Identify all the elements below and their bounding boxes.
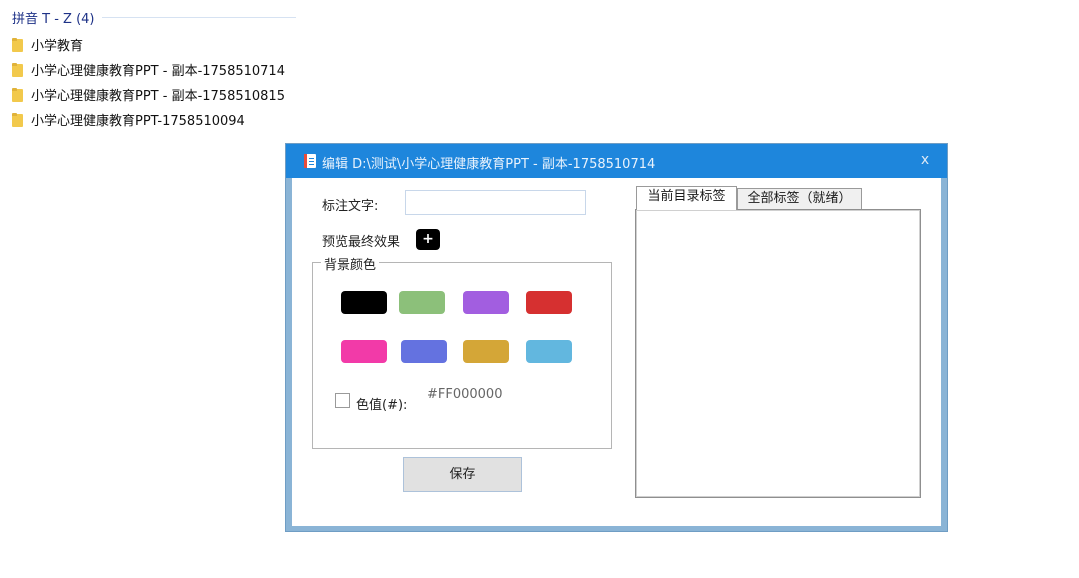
dialog-title: 编辑 D:\测试\小学心理健康教育PPT - 副本-1758510714 [322,157,656,172]
group-header-divider [102,17,296,18]
dialog-client: 标注文字: 预览最终效果 + 背景颜色 色值(#): #FF000000 保存 … [292,178,941,526]
label-text-caption: 标注文字: [322,199,379,214]
custom-color-caption: 色值(#): [356,398,408,413]
folder-icon [12,87,23,102]
save-button[interactable]: 保存 [403,457,522,492]
preview-caption: 预览最终效果 [322,235,401,250]
list-item[interactable]: 小学心理健康教育PPT-1758510094 [12,107,285,132]
folder-icon [12,112,23,127]
label-text-input[interactable] [405,190,586,215]
list-item[interactable]: 小学心理健康教育PPT - 副本-1758510714 [12,57,285,82]
color-swatch-green[interactable] [399,291,445,314]
color-swatch-black[interactable] [341,291,387,314]
dialog-titlebar[interactable]: 编辑 D:\测试\小学心理健康教育PPT - 副本-1758510714 x [286,144,947,178]
tab-all-tags[interactable]: 全部标签（就绪） [737,188,862,210]
folder-icon [12,37,23,52]
item-label: 小学教育 [31,39,84,54]
close-button[interactable]: x [917,152,933,168]
bg-color-group-title: 背景颜色 [321,254,380,273]
bg-color-groupbox: 背景颜色 色值(#): #FF000000 [312,254,612,449]
color-swatch-blue[interactable] [401,340,447,363]
notebook-icon [304,154,316,168]
tab-panel [635,209,921,498]
item-label: 小学心理健康教育PPT-1758510094 [31,114,245,129]
list-item[interactable]: 小学教育 [12,32,285,57]
tab-current-dir[interactable]: 当前目录标签 [636,186,737,210]
custom-color-checkbox[interactable] [335,393,350,408]
custom-color-value[interactable]: #FF000000 [427,387,502,402]
item-label: 小学心理健康教育PPT - 副本-1758510815 [31,89,285,104]
file-list: 小学教育 小学心理健康教育PPT - 副本-1758510714 小学心理健康教… [12,32,285,132]
group-header-divider-wrap [0,8,300,26]
color-swatch-red[interactable] [526,291,572,314]
preview-badge: + [416,229,440,250]
list-item[interactable]: 小学心理健康教育PPT - 副本-1758510815 [12,82,285,107]
color-swatch-gold[interactable] [463,340,509,363]
color-swatch-purple[interactable] [463,291,509,314]
item-label: 小学心理健康教育PPT - 副本-1758510714 [31,64,285,79]
folder-icon [12,62,23,77]
color-swatch-sky[interactable] [526,340,572,363]
color-swatch-pink[interactable] [341,340,387,363]
edit-dialog: 编辑 D:\测试\小学心理健康教育PPT - 副本-1758510714 x 标… [285,143,948,532]
